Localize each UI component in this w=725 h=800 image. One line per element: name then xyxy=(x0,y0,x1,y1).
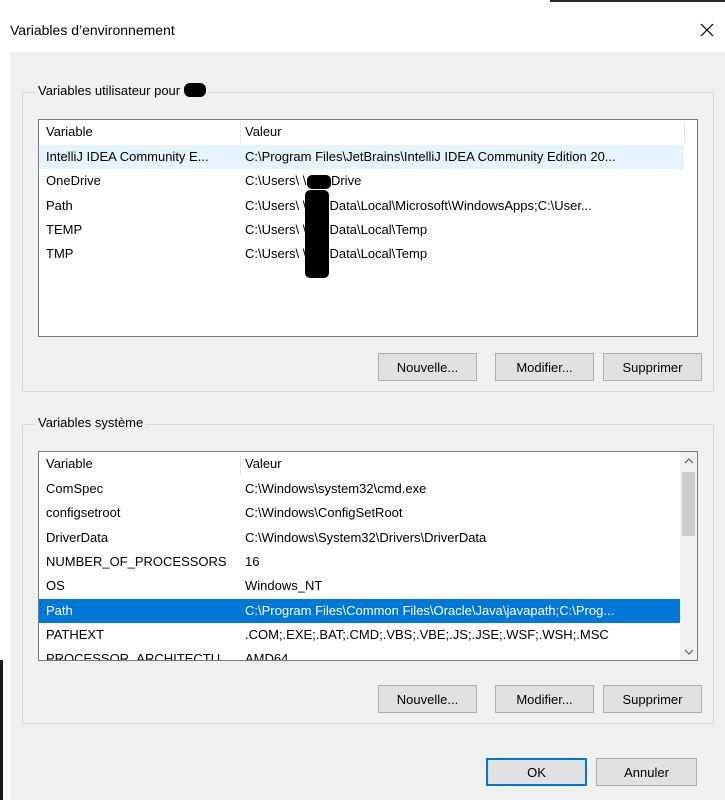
redaction-mark xyxy=(305,190,329,278)
chevron-down-icon xyxy=(684,649,693,655)
redacted-username xyxy=(184,83,207,97)
user-delete-button[interactable]: Supprimer xyxy=(603,353,702,381)
column-divider[interactable] xyxy=(684,123,685,143)
variable-name: OS xyxy=(46,578,65,593)
table-row[interactable]: DriverData C:\Windows\System32\Drivers\D… xyxy=(39,526,680,550)
variable-value: C:\Windows\ConfigSetRoot xyxy=(245,505,403,520)
variable-name: Path xyxy=(46,603,73,618)
close-button[interactable] xyxy=(689,14,725,46)
cancel-button[interactable]: Annuler xyxy=(596,758,697,786)
environment-variables-dialog: Variables d’environnement Variables util… xyxy=(10,8,725,800)
variable-value: Windows_NT xyxy=(245,578,323,593)
system-variables-list[interactable]: Variable Valeur ComSpec C:\Windows\syste… xyxy=(38,451,698,661)
column-header-value[interactable]: Valeur xyxy=(245,452,685,476)
variable-name: configsetroot xyxy=(46,505,121,520)
system-delete-button[interactable]: Supprimer xyxy=(603,685,702,713)
title-bar: Variables d’environnement xyxy=(10,8,725,52)
table-row[interactable]: configsetroot C:\Windows\ConfigSetRoot xyxy=(39,501,680,525)
variable-name: NUMBER_OF_PROCESSORS xyxy=(46,554,227,569)
table-row-selected[interactable]: Path C:\Program Files\Common Files\Oracl… xyxy=(39,599,680,623)
list-header: Variable Valeur xyxy=(39,452,679,476)
background-window-edge-left xyxy=(0,660,3,800)
variable-name: IntelliJ IDEA Community E... xyxy=(46,149,209,164)
column-divider[interactable] xyxy=(240,455,241,475)
table-row[interactable]: ComSpec C:\Windows\system32\cmd.exe xyxy=(39,477,680,501)
variable-name: TEMP xyxy=(46,222,83,237)
variable-value: AMD64 xyxy=(245,651,289,661)
chevron-up-icon xyxy=(684,457,693,463)
user-variables-list[interactable]: Variable Valeur IntelliJ IDEA Community … xyxy=(38,119,698,337)
user-new-button[interactable]: Nouvelle... xyxy=(378,353,477,381)
list-header: Variable Valeur xyxy=(39,120,697,144)
table-row[interactable]: TMP C:\Users\ \AppData\Local\Temp xyxy=(39,242,684,266)
table-row[interactable]: PROCESSOR_ARCHITECTU... AMD64 xyxy=(39,647,680,661)
column-header-value[interactable]: Valeur xyxy=(245,120,685,144)
variable-value: C:\Program Files\Common Files\Oracle\Jav… xyxy=(245,603,615,618)
table-row[interactable]: Path C:\Users\ \AppData\Local\Microsoft\… xyxy=(39,194,684,218)
variable-value: C:\Windows\System32\Drivers\DriverData xyxy=(245,530,487,545)
system-edit-button[interactable]: Modifier... xyxy=(495,685,594,713)
scroll-down-button[interactable] xyxy=(680,643,697,660)
column-header-variable[interactable]: Variable xyxy=(46,120,241,144)
table-row[interactable]: TEMP C:\Users\ \AppData\Local\Temp xyxy=(39,218,684,242)
variable-name: DriverData xyxy=(46,530,109,545)
variable-name: OneDrive xyxy=(46,173,101,188)
user-variables-legend: Variables utilisateur pour xyxy=(35,83,210,98)
redaction-mark xyxy=(307,175,331,189)
variable-value: .COM;.EXE;.BAT;.CMD;.VBS;.VBE;.JS;.JSE;.… xyxy=(245,627,609,642)
system-variables-group: Variables système Variable Valeur ComSpe… xyxy=(22,415,714,724)
column-divider[interactable] xyxy=(240,123,241,143)
table-row[interactable]: IntelliJ IDEA Community E... C:\Program … xyxy=(39,145,684,169)
variable-name: PATHEXT xyxy=(46,627,105,642)
user-edit-button[interactable]: Modifier... xyxy=(495,353,594,381)
scroll-up-button[interactable] xyxy=(680,452,697,469)
table-row[interactable]: OS Windows_NT xyxy=(39,574,680,598)
variable-name: ComSpec xyxy=(46,481,104,496)
column-header-variable[interactable]: Variable xyxy=(46,452,241,476)
background-window-edge xyxy=(550,0,725,2)
scroll-thumb[interactable] xyxy=(682,472,695,536)
table-row[interactable]: OneDrive C:\Users\ \OneDrive xyxy=(39,169,684,193)
window-title: Variables d’environnement xyxy=(10,22,175,38)
variable-value: C:\Windows\system32\cmd.exe xyxy=(245,481,427,496)
variable-value: C:\Program Files\JetBrains\IntelliJ IDEA… xyxy=(245,149,616,164)
variable-name: TMP xyxy=(46,246,74,261)
ok-button[interactable]: OK xyxy=(486,758,587,786)
user-variables-group: Variables utilisateur pour Variable Vale… xyxy=(22,83,714,392)
table-row[interactable]: PATHEXT .COM;.EXE;.BAT;.CMD;.VBS;.VBE;.J… xyxy=(39,623,680,647)
system-variables-legend: Variables système xyxy=(35,415,147,430)
close-icon xyxy=(700,23,714,37)
table-row[interactable]: NUMBER_OF_PROCESSORS 16 xyxy=(39,550,680,574)
variable-value: 16 xyxy=(245,554,260,569)
variable-name: PROCESSOR_ARCHITECTU... xyxy=(46,651,231,661)
vertical-scrollbar[interactable] xyxy=(680,452,697,660)
system-new-button[interactable]: Nouvelle... xyxy=(378,685,477,713)
variable-name: Path xyxy=(46,198,73,213)
